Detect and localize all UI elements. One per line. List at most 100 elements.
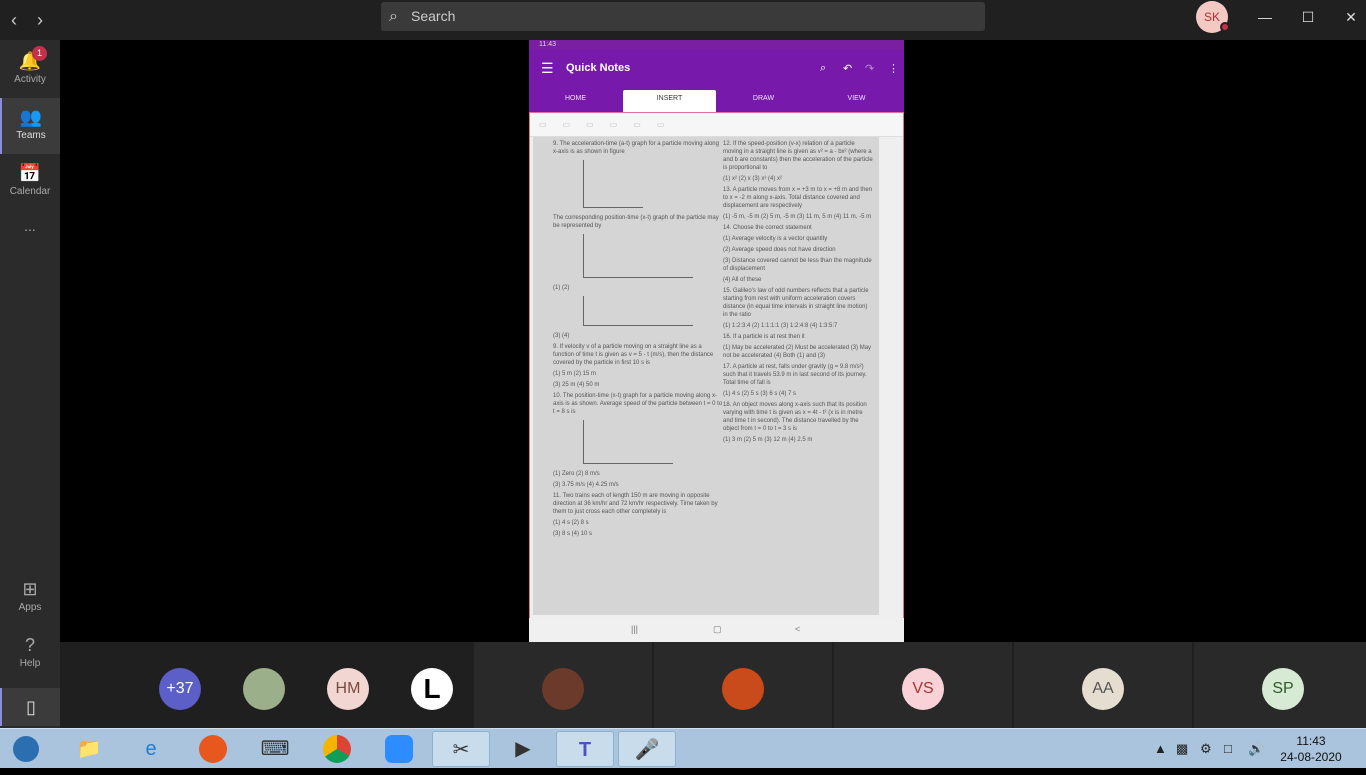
home-icon[interactable]: ▢ (713, 624, 722, 635)
chrome-icon (323, 735, 351, 763)
keyboard-icon: ⌨ (260, 738, 290, 760)
participant-avatar[interactable]: VS (902, 668, 944, 710)
apps-icon: ⊞ (22, 579, 38, 599)
participant-avatar[interactable] (542, 668, 584, 710)
taskbar-firefox[interactable] (184, 731, 242, 767)
phone-time: 11:43 (539, 41, 556, 48)
participant-avatar[interactable] (722, 668, 764, 710)
app-rail: 🔔 1 Activity 👥 Teams 📅 Calendar ... ⊞ Ap… (0, 40, 60, 728)
taskbar-file-explorer[interactable]: 📁 (60, 731, 118, 767)
overflow-participants[interactable]: +37 (159, 668, 201, 710)
taskbar-chrome[interactable] (308, 731, 366, 767)
xt-graph (583, 420, 673, 464)
participant-initials: SP (1272, 680, 1294, 697)
participant-avatar[interactable] (243, 668, 285, 710)
back-button[interactable]: ‹ (0, 6, 28, 34)
option-text: (1) 4 s (2) 5 s (3) 6 s (4) 7 s (723, 391, 797, 397)
show-hidden-icons[interactable]: ▲ (1154, 729, 1167, 769)
participant-initials: L (423, 673, 441, 704)
option-text: (3) 3.75 m/s (4) 4.25 m/s (553, 482, 619, 488)
rail-item-calendar[interactable]: 📅 Calendar (0, 154, 60, 210)
participant-avatar[interactable]: SP (1262, 668, 1304, 710)
option-text: (2) Average speed does not have directio… (723, 247, 836, 253)
question-text: 13. A particle moves from x = +3 m to x … (723, 187, 873, 209)
activity-badge: 1 (32, 46, 47, 61)
tab-insert[interactable]: INSERT (623, 90, 716, 112)
search-input[interactable]: ⌕ Search (381, 2, 985, 31)
option-text: (1) 3 m (2) 5 m (3) 12 m (4) 2.5 m (723, 437, 813, 443)
redo-icon[interactable]: ↷ (865, 62, 874, 75)
question-text: 9. The acceleration-time (a-t) graph for… (553, 141, 719, 155)
user-avatar[interactable]: SK (1196, 1, 1230, 33)
worksheet-image: 9. The acceleration-time (a-t) graph for… (533, 137, 879, 615)
calendar-icon: 📅 (18, 163, 42, 183)
tab-home[interactable]: HOME (529, 90, 622, 112)
rail-item-activity[interactable]: 🔔 1 Activity (0, 42, 60, 98)
question-text: 9. If velocity v of a particle moving on… (553, 344, 714, 366)
participant-initials: VS (912, 680, 934, 697)
option-text: (3) Distance covered cannot be less than… (723, 258, 872, 272)
question-text: 14. Choose the correct statement (723, 225, 812, 231)
minimize-button[interactable]: — (1250, 5, 1280, 29)
scissors-icon: ✂ (452, 739, 470, 761)
taskbar-teams[interactable]: T (556, 731, 614, 767)
option-text: (1) Zero (2) 8 m/s (553, 471, 600, 477)
security-icon[interactable]: ⚙ (1200, 729, 1212, 769)
question-text: 15. Galileo's law of odd numbers reflect… (723, 288, 869, 318)
option-text: (1) x² (2) x (3) x³ (4) x² (723, 176, 782, 182)
participant-avatar[interactable]: AA (1082, 668, 1124, 710)
maximize-button[interactable]: ☐ (1293, 5, 1323, 29)
rail-label-apps: Apps (18, 602, 42, 613)
taskbar-zoom[interactable] (370, 731, 428, 767)
device-icon[interactable]: □ (1224, 729, 1232, 769)
taskbar-keyboard-app[interactable]: ⌨ (246, 731, 304, 767)
system-clock[interactable]: 11:43 24-08-2020 (1274, 733, 1348, 765)
taskbar-media-player[interactable]: ▶ (494, 731, 552, 767)
rail-label-help: Help (19, 658, 41, 669)
rail-item-help[interactable]: ? Help (0, 626, 60, 682)
participant-initials: HM (335, 680, 361, 697)
more-options-icon[interactable]: ⋮ (888, 62, 899, 75)
recents-icon[interactable]: ||| (631, 624, 638, 634)
option-text: (3) 25 m (4) 50 m (553, 382, 600, 388)
hamburger-icon[interactable]: ☰ (541, 60, 554, 77)
start-button[interactable] (2, 731, 50, 767)
taskbar-snipping-tool[interactable]: ✂ (432, 731, 490, 767)
network-icon[interactable]: ▩ (1176, 729, 1188, 769)
more-icon: ... (24, 218, 36, 234)
participant-avatar[interactable]: L (411, 668, 453, 710)
rail-item-apps[interactable]: ⊞ Apps (0, 570, 60, 626)
question-text: 11. Two trains each of length 150 m are … (553, 493, 718, 515)
back-nav-icon[interactable]: < (795, 624, 800, 634)
volume-icon[interactable]: 🔊 (1248, 729, 1264, 769)
worksheet-right-column: 12. If the speed-position (v-x) relation… (723, 140, 873, 447)
forward-button[interactable]: › (26, 6, 54, 34)
user-initials: SK (1203, 10, 1220, 24)
participant-avatar[interactable]: HM (327, 668, 369, 710)
option-text: (1) 4 s (2) 8 s (553, 520, 589, 526)
toolbar-icons[interactable]: ▭▭▭▭▭▭ (539, 120, 680, 129)
ribbon-tabs: HOME INSERT DRAW VIEW (529, 90, 904, 112)
taskbar-recorder[interactable]: 🎤 (618, 731, 676, 767)
tab-view[interactable]: VIEW (810, 90, 903, 112)
tab-draw[interactable]: DRAW (717, 90, 810, 112)
close-icon: ✕ (1345, 9, 1357, 25)
taskbar-internet-explorer[interactable]: e (122, 731, 180, 767)
clock-time: 11:43 (1296, 734, 1326, 748)
search-icon[interactable]: ⌕ (820, 62, 826, 75)
rail-item-teams[interactable]: 👥 Teams (0, 98, 60, 154)
internet-explorer-icon: e (145, 738, 157, 760)
question-text: 16. If a particle is at rest then it (723, 334, 805, 340)
undo-icon[interactable]: ↶ (843, 62, 852, 75)
option-text: (3) 8 s (4) 10 s (553, 531, 593, 537)
close-button[interactable]: ✕ (1336, 5, 1366, 29)
at-graph (583, 160, 643, 208)
android-nav-bar: ||| ▢ < (529, 618, 904, 642)
more-apps-button[interactable]: ... (0, 218, 60, 274)
insert-toolbar: ▭▭▭▭▭▭ (529, 112, 904, 137)
shared-screen: 11:43 ☰ Quick Notes ⌕ ↶ ↷ ⋮ HOME INSERT … (529, 40, 904, 642)
phone-icon: ▯ (26, 697, 36, 717)
rail-item-device[interactable]: ▯ (0, 688, 60, 726)
option-graphs (583, 234, 693, 278)
teams-icon: 👥 (19, 107, 43, 127)
